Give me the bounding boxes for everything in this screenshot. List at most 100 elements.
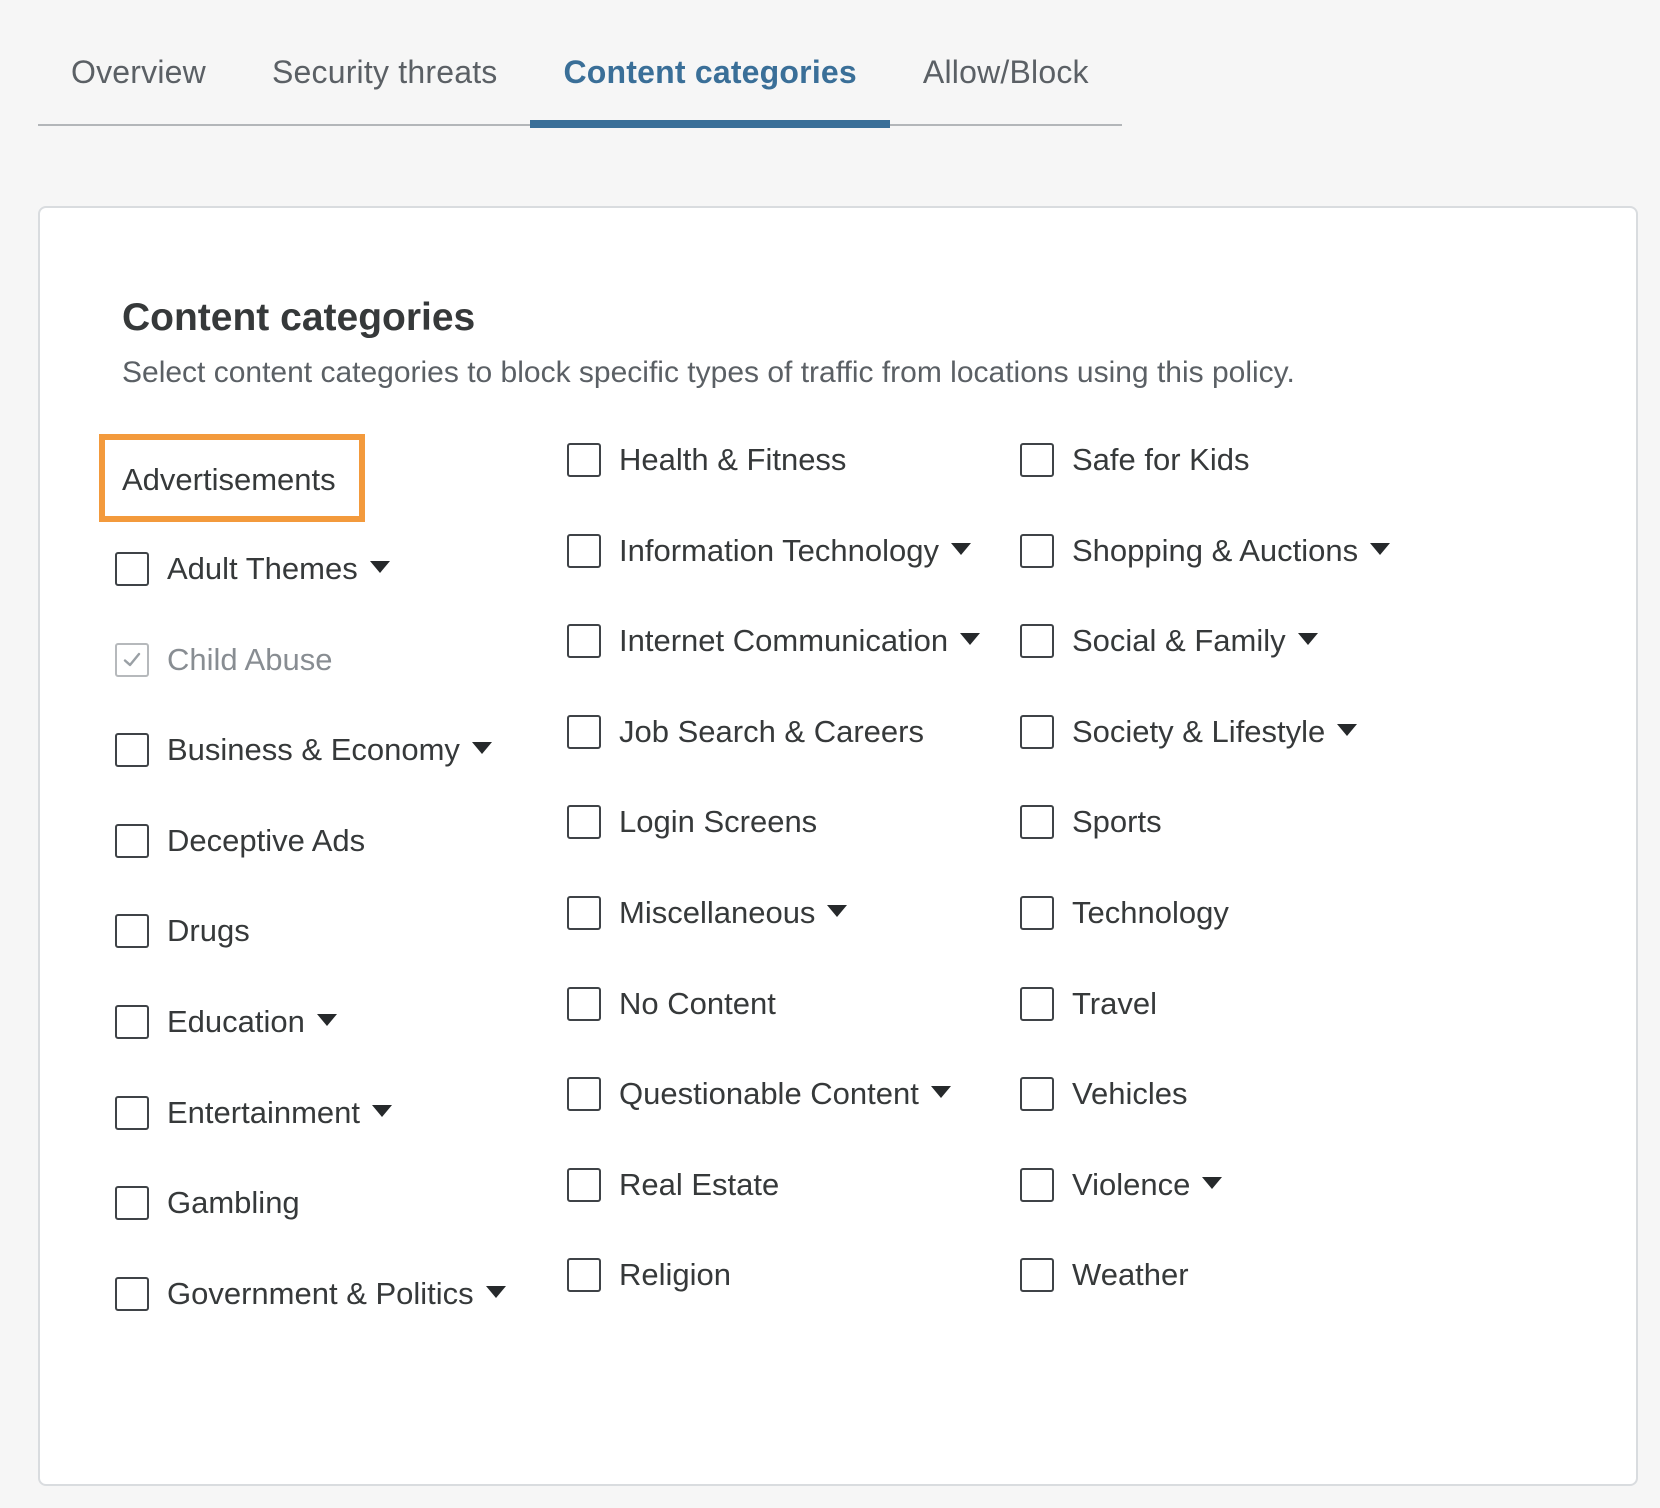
caret-down-icon[interactable] [960, 633, 981, 645]
category-job-search-and-careers[interactable]: Job Search & Careers [567, 712, 924, 752]
category-label: Government & Politics [167, 1276, 474, 1311]
category-label: Miscellaneous [619, 895, 816, 930]
category-label: No Content [619, 986, 776, 1021]
category-label: Technology [1072, 895, 1229, 930]
caret-down-icon[interactable] [471, 742, 492, 754]
category-deceptive-ads[interactable]: Deceptive Ads [115, 821, 365, 861]
checkbox[interactable] [115, 1096, 149, 1130]
caret-down-icon[interactable] [372, 1105, 392, 1117]
category-social-and-family[interactable]: Social & Family [1020, 621, 1318, 661]
category-society-and-lifestyle[interactable]: Society & Lifestyle [1020, 712, 1358, 752]
category-business-and-economy[interactable]: Business & Economy [115, 730, 492, 770]
checkbox[interactable] [567, 805, 601, 839]
category-label: Gambling [167, 1185, 300, 1220]
caret-down-icon[interactable] [1202, 1177, 1223, 1189]
checkbox[interactable] [1020, 1258, 1054, 1292]
category-label: Real Estate [619, 1167, 780, 1202]
checkbox[interactable] [115, 733, 149, 767]
category-government-and-politics[interactable]: Government & Politics [115, 1274, 506, 1314]
category-label: Internet Communication [619, 623, 949, 658]
category-vehicles[interactable]: Vehicles [1020, 1074, 1187, 1114]
caret-down-icon[interactable] [1370, 543, 1391, 555]
checkbox[interactable] [1020, 534, 1054, 568]
caret-down-icon[interactable] [485, 1286, 506, 1298]
category-education[interactable]: Education [115, 1002, 337, 1042]
category-login-screens[interactable]: Login Screens [567, 802, 817, 842]
tab-bar: Overview Security threats Content catego… [38, 0, 1122, 128]
category-label: Religion [619, 1257, 732, 1292]
category-information-technology[interactable]: Information Technology [567, 531, 971, 571]
category-label: Adult Themes [167, 551, 358, 586]
caret-down-icon[interactable] [827, 905, 848, 917]
checkbox[interactable] [1020, 624, 1054, 658]
category-weather[interactable]: Weather [1020, 1255, 1189, 1295]
checkbox[interactable] [115, 824, 149, 858]
category-label: Deceptive Ads [167, 823, 366, 858]
category-label: Job Search & Careers [619, 714, 924, 749]
caret-down-icon[interactable] [950, 543, 971, 555]
caret-down-icon[interactable] [930, 1086, 951, 1098]
category-religion[interactable]: Religion [567, 1255, 731, 1295]
caret-down-icon[interactable] [1297, 633, 1318, 645]
category-label: Violence [1072, 1167, 1191, 1202]
checkbox[interactable] [115, 1005, 149, 1039]
category-technology[interactable]: Technology [1020, 893, 1229, 933]
category-violence[interactable]: Violence [1020, 1165, 1223, 1205]
checkbox[interactable] [567, 534, 601, 568]
category-label: Child Abuse [167, 642, 333, 677]
category-label: Travel [1072, 986, 1157, 1021]
category-label: Login Screens [619, 804, 818, 839]
checkbox[interactable] [1020, 987, 1054, 1021]
category-questionable-content[interactable]: Questionable Content [567, 1074, 951, 1114]
category-label: Sports [1072, 804, 1162, 839]
advertisements-label: Advertisements [122, 462, 336, 497]
card-title: Content categories [122, 296, 476, 339]
category-child-abuse: Child Abuse [115, 640, 332, 680]
checkbox[interactable] [567, 1258, 601, 1292]
card-description: Select content categories to block speci… [122, 356, 1295, 389]
tab-security-threats[interactable]: Security threats [239, 0, 531, 124]
category-adult-themes[interactable]: Adult Themes [115, 549, 390, 589]
checkbox[interactable] [1020, 1168, 1054, 1202]
caret-down-icon[interactable] [369, 561, 390, 573]
category-travel[interactable]: Travel [1020, 984, 1157, 1024]
category-label: Entertainment [167, 1095, 360, 1130]
category-health-and-fitness[interactable]: Health & Fitness [567, 440, 846, 480]
tab-overview[interactable]: Overview [38, 0, 239, 124]
category-no-content[interactable]: No Content [567, 984, 776, 1024]
category-miscellaneous[interactable]: Miscellaneous [567, 893, 848, 933]
checkbox[interactable] [567, 1168, 601, 1202]
checkbox[interactable] [115, 914, 149, 948]
category-real-estate[interactable]: Real Estate [567, 1165, 779, 1205]
checkbox[interactable] [115, 552, 149, 586]
checkbox[interactable] [1020, 896, 1054, 930]
category-entertainment[interactable]: Entertainment [115, 1093, 392, 1133]
category-shopping-and-auctions[interactable]: Shopping & Auctions [1020, 531, 1391, 571]
category-drugs[interactable]: Drugs [115, 911, 250, 951]
category-label: Information Technology [619, 533, 939, 568]
category-label: Drugs [167, 913, 250, 948]
category-safe-for-kids[interactable]: Safe for Kids [1020, 440, 1249, 480]
checkbox[interactable] [567, 624, 601, 658]
checkbox[interactable] [567, 896, 601, 930]
category-label: Business & Economy [167, 732, 460, 767]
category-sports[interactable]: Sports [1020, 802, 1162, 842]
checkbox[interactable] [1020, 805, 1054, 839]
caret-down-icon[interactable] [1337, 724, 1358, 736]
checkbox[interactable] [567, 715, 601, 749]
category-label: Society & Lifestyle [1072, 714, 1326, 749]
checkbox[interactable] [567, 1077, 601, 1111]
checkbox[interactable] [567, 443, 601, 477]
category-gambling[interactable]: Gambling [115, 1183, 300, 1223]
checkbox[interactable] [115, 1186, 149, 1220]
category-internet-communication[interactable]: Internet Communication [567, 621, 981, 661]
tab-allow-block[interactable]: Allow/Block [890, 0, 1122, 124]
checkbox[interactable] [1020, 443, 1054, 477]
checkbox[interactable] [1020, 715, 1054, 749]
checkbox[interactable] [115, 1277, 149, 1311]
checkbox[interactable] [1020, 1077, 1054, 1111]
checkbox[interactable] [567, 987, 601, 1021]
category-label: Questionable Content [619, 1076, 919, 1111]
tab-content-categories[interactable]: Content categories [530, 0, 891, 128]
caret-down-icon[interactable] [316, 1014, 337, 1026]
